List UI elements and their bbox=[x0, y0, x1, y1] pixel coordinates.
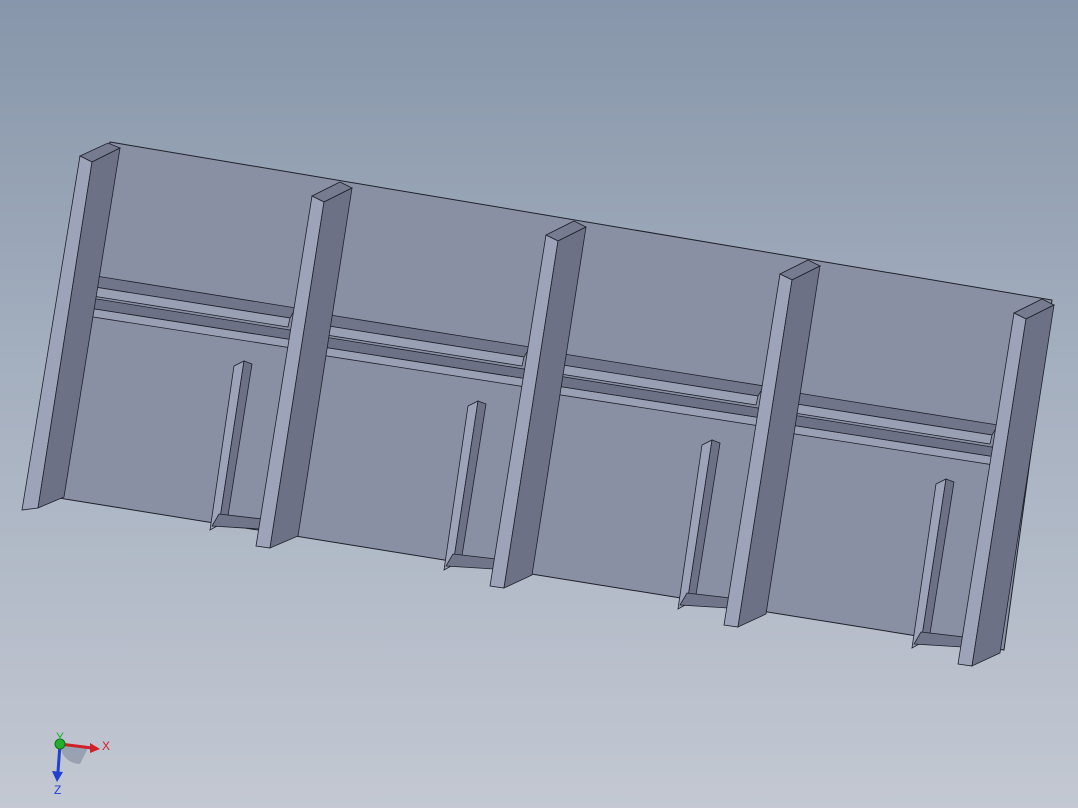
z-axis-label: Z bbox=[54, 783, 61, 797]
y-axis-label: Y bbox=[56, 730, 64, 744]
x-axis-label: X bbox=[102, 739, 110, 753]
reference-triad: X Y Z bbox=[52, 730, 110, 797]
graphics-viewport[interactable] bbox=[0, 0, 1078, 808]
